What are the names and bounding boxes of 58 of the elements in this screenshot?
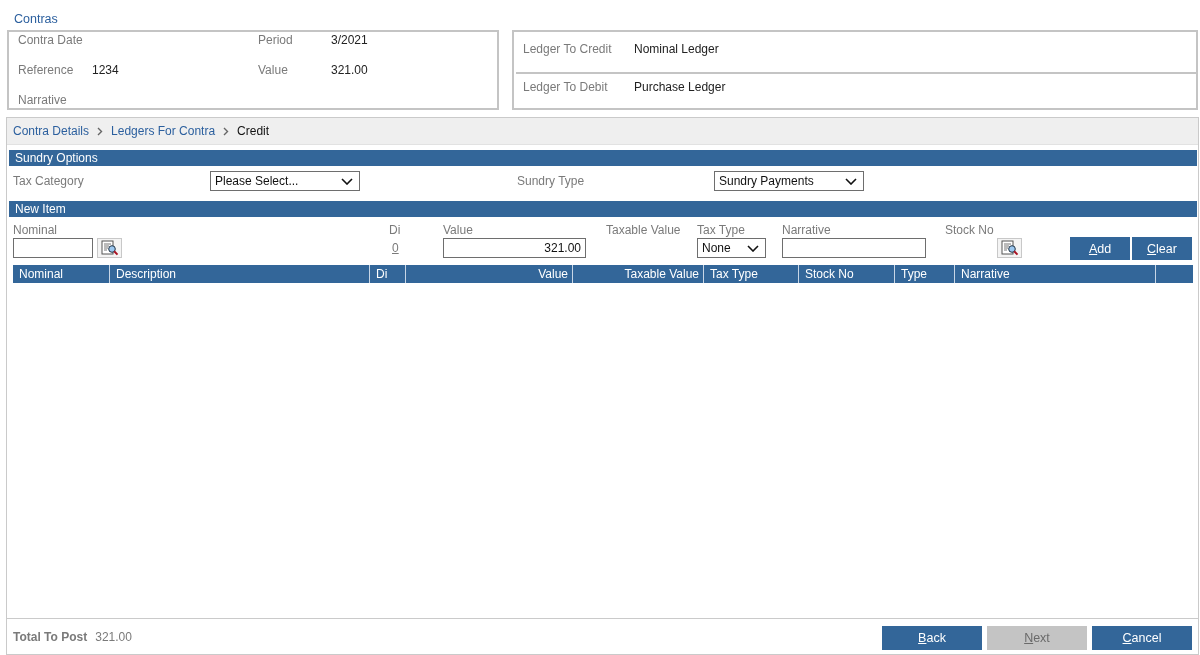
section-header: Sundry Options <box>9 150 1197 166</box>
field-label: Ledger To Debit <box>523 80 609 95</box>
field-label: Sundry Type <box>517 174 586 188</box>
field-label: Contra Date <box>18 33 84 48</box>
lookup-button[interactable] <box>997 238 1022 258</box>
dropdown[interactable]: None <box>697 238 766 258</box>
dropdown[interactable]: Sundry Payments <box>714 171 864 191</box>
document-magnifier-icon <box>1000 240 1019 256</box>
column-header[interactable]: Taxable Value <box>572 265 703 283</box>
document-magnifier-icon <box>100 240 119 256</box>
input-field[interactable] <box>13 238 93 258</box>
field-label: Narrative <box>782 223 832 238</box>
field-label: Tax Category <box>13 174 85 188</box>
field-value: 1234 <box>92 63 120 78</box>
field-label: Di <box>389 223 402 238</box>
field-label: Reference <box>18 63 75 78</box>
chevron-down-icon <box>747 244 759 252</box>
field-label: Ledger To Credit <box>523 42 613 58</box>
column-header[interactable]: Nominal <box>13 265 109 283</box>
breadcrumb-link[interactable]: Ledgers For Contra <box>111 124 216 138</box>
total-value: 321.00 <box>95 629 132 644</box>
link[interactable]: 0 <box>389 241 399 255</box>
breadcrumb-current: Credit <box>237 124 270 138</box>
column-header[interactable]: Value <box>405 265 572 283</box>
field-value: Nominal Ledger <box>634 42 719 58</box>
field-label: Narrative <box>18 93 68 108</box>
column-header[interactable]: Tax Type <box>703 265 798 283</box>
field-value: Purchase Ledger <box>634 80 726 95</box>
lookup-button[interactable] <box>97 238 122 258</box>
chevron-down-icon <box>845 177 857 185</box>
action-button[interactable]: Clear <box>1132 237 1192 260</box>
chevron-right-icon <box>97 126 104 136</box>
column-header[interactable]: Stock No <box>798 265 894 283</box>
column-header[interactable]: Type <box>894 265 954 283</box>
field-label: Taxable Value <box>606 223 682 238</box>
breadcrumb-link[interactable]: Contra Details <box>13 124 90 138</box>
dropdown[interactable]: Please Select... <box>210 171 360 191</box>
page-title: Contras <box>13 11 59 28</box>
action-button[interactable]: Cancel <box>1092 625 1192 650</box>
field-label: Nominal <box>13 223 58 238</box>
field-value: 3/2021 <box>331 33 369 48</box>
total-label: Total To Post <box>13 629 88 644</box>
action-button[interactable]: Back <box>882 625 982 650</box>
field-label: Tax Type <box>697 223 746 238</box>
chevron-right-icon <box>223 126 230 136</box>
section-header: New Item <box>9 201 1197 217</box>
action-button[interactable]: Add <box>1070 237 1130 260</box>
column-header[interactable]: Narrative <box>954 265 1155 283</box>
column-header[interactable]: Di <box>369 265 405 283</box>
field-label: Value <box>258 63 289 78</box>
field-label: Period <box>258 33 294 48</box>
input-field[interactable]: 321.00 <box>443 238 586 258</box>
field-value: 321.00 <box>331 63 369 78</box>
column-header[interactable]: Description <box>109 265 369 283</box>
field-label: Value <box>443 223 474 238</box>
field-label: Stock No <box>945 223 995 238</box>
chevron-down-icon <box>341 177 353 185</box>
input-field[interactable] <box>782 238 926 258</box>
